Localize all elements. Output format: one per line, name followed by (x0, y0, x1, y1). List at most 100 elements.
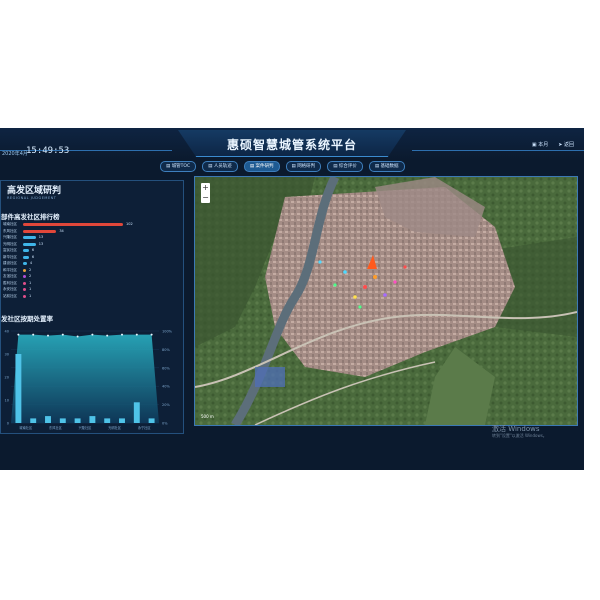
ranking-value: 102 (126, 222, 133, 226)
tab-evaluation[interactable]: ▤ 综合评价 (327, 161, 363, 172)
ranking-value: 2 (29, 267, 32, 272)
ranking-name: 兴隆社区 (3, 235, 17, 239)
clock: 15:49:53 (26, 146, 70, 156)
count-bar (89, 416, 96, 423)
ranking-bar (23, 229, 57, 233)
ranking-bar (23, 262, 27, 265)
ranking-bar (23, 236, 36, 239)
rate-point (47, 334, 49, 337)
y-tick-label-left: 30 (5, 353, 9, 357)
zoom-in-button[interactable]: + (201, 183, 210, 193)
ranking-name: 胜利社区 (3, 280, 17, 285)
tab-case[interactable]: ▤ 案件研判 (243, 161, 280, 172)
map-scale: 500 m (201, 414, 214, 419)
count-bar (45, 416, 51, 423)
nav-tabs: ▤ 城管TOC ▤ 人员轨迹 ▤ 案件研判 ▤ 网格研判 ▤ 综合评价 ▤ 基础… (160, 161, 405, 172)
left-panel: 高发区域研判 REGIONAL JUDGEMENT 部件高发社区排行榜 城南社区… (0, 180, 184, 434)
ranking-bar (23, 294, 26, 298)
ranking-value: 4 (29, 261, 33, 265)
map-view[interactable]: + − 500 m (194, 176, 578, 426)
ranking-value: 6 (31, 254, 35, 259)
y-tick-label-left: 20 (5, 376, 9, 380)
ranking-name: 东风社区 (3, 228, 17, 233)
y-tick-label-right: 80% (162, 348, 170, 352)
ranking-name: 友谊社区 (3, 274, 17, 278)
rate-chart: 40 30 20 10 0 100% 80% 60% 40% 20% 0% 城南社区 东风社区 兴隆社区 光… (5, 330, 173, 431)
count-bar (119, 418, 125, 423)
y-tick-label-left: 40 (5, 330, 9, 334)
y-tick-label-right: 20% (162, 403, 170, 407)
ranking-name: 永安社区 (3, 287, 17, 291)
ranking-value: 13 (38, 235, 44, 239)
date-label: 2020年4月 (2, 151, 28, 157)
top-bar: 2020年4月 15:49:53 惠硕智慧城管系统平台 ▣ 本月 ➤ 返回 (0, 128, 584, 160)
return-label: 返回 (563, 142, 574, 148)
tab-track[interactable]: ▤ 人员轨迹 (202, 161, 238, 172)
ranking-value: 1 (29, 280, 32, 285)
x-tick-label: 光明社区 (108, 425, 122, 430)
rate-point (135, 333, 138, 336)
return-button[interactable]: ➤ 返回 (558, 141, 574, 148)
ranking-name: 富民社区 (3, 248, 17, 252)
count-bar (30, 418, 37, 423)
ranking-bar (23, 268, 26, 272)
rate-point (106, 334, 109, 337)
ranking-title: 部件高发社区排行榜 (1, 213, 60, 221)
page-title: 惠硕智慧城管系统平台 (226, 138, 357, 152)
count-bar (148, 418, 155, 423)
rate-point (32, 333, 35, 336)
ranking-bar (23, 242, 36, 246)
ranking-value: 34 (59, 228, 64, 233)
rate-point (17, 333, 20, 336)
title-plate: 惠硕智慧城管系统平台 (178, 130, 406, 157)
header-divider-right (412, 150, 584, 151)
count-bar (15, 354, 22, 423)
ranking-bar (23, 255, 29, 259)
calendar-label: 本月 (538, 142, 549, 148)
x-tick-label: 城南社区 (19, 425, 33, 430)
x-tick-label: 兴隆社区 (79, 425, 93, 430)
ranking-bar (23, 288, 26, 291)
calendar-button[interactable]: ▣ 本月 (532, 141, 548, 148)
y-tick-label-right: 60% (162, 366, 170, 370)
ranking-value: 2 (29, 274, 32, 278)
rate-point (76, 335, 79, 338)
satellite-map (195, 177, 577, 425)
ranking-list: 城南社区 102 东风社区 34 兴隆社区 13 光明社区 13 富民社区 6 新华社区 6 建设社区 4… (1, 222, 181, 303)
ranking-name: 城南社区 (3, 222, 17, 226)
rate-point (121, 333, 123, 336)
y-tick-label-right: 100% (162, 330, 173, 334)
tab-grid[interactable]: ▤ 网格研判 (285, 161, 322, 172)
ranking-bar (23, 249, 29, 252)
count-bar (74, 418, 81, 423)
ranking-name: 建设社区 (3, 261, 17, 265)
panel-subtitle: REGIONAL JUDGEMENT (7, 196, 57, 200)
ranking-value: 13 (38, 241, 44, 246)
y-tick-label-left: 10 (5, 399, 9, 403)
tab-basic-data[interactable]: ▤ 基础数据 (368, 161, 405, 172)
y-tick-label-right: 40% (162, 385, 170, 389)
ranking-bar (23, 275, 26, 278)
rate-point (91, 333, 94, 336)
ranking-value: 1 (29, 287, 32, 291)
header-controls: ▣ 本月 ➤ 返回 (532, 141, 574, 148)
activation-watermark-hint: 转到"设置"以激活 Windows。 (492, 433, 547, 438)
zoom-control: + − (201, 183, 210, 203)
ranking-name: 光明社区 (3, 241, 17, 246)
count-bar (133, 402, 140, 423)
rate-point (150, 333, 153, 336)
zoom-out-button[interactable]: − (201, 193, 210, 203)
ranking-value: 1 (29, 293, 32, 298)
count-bar (59, 418, 66, 423)
ranking-name: 新华社区 (3, 254, 17, 259)
panel-title: 高发区域研判 (7, 186, 62, 196)
tab-toc[interactable]: ▤ 城管TOC (160, 161, 197, 172)
ranking-bar (23, 281, 26, 285)
y-tick-label-left: 0 (7, 422, 9, 426)
dashboard-screen: 2020年4月 15:49:53 惠硕智慧城管系统平台 ▣ 本月 ➤ 返回 ▤ … (0, 128, 584, 470)
ranking-bar (23, 223, 123, 226)
y-tick-label-right: 0% (162, 422, 168, 426)
rate-title: 发社区按期处置率 (1, 315, 53, 323)
rate-point (61, 333, 64, 336)
count-bar (104, 418, 111, 423)
